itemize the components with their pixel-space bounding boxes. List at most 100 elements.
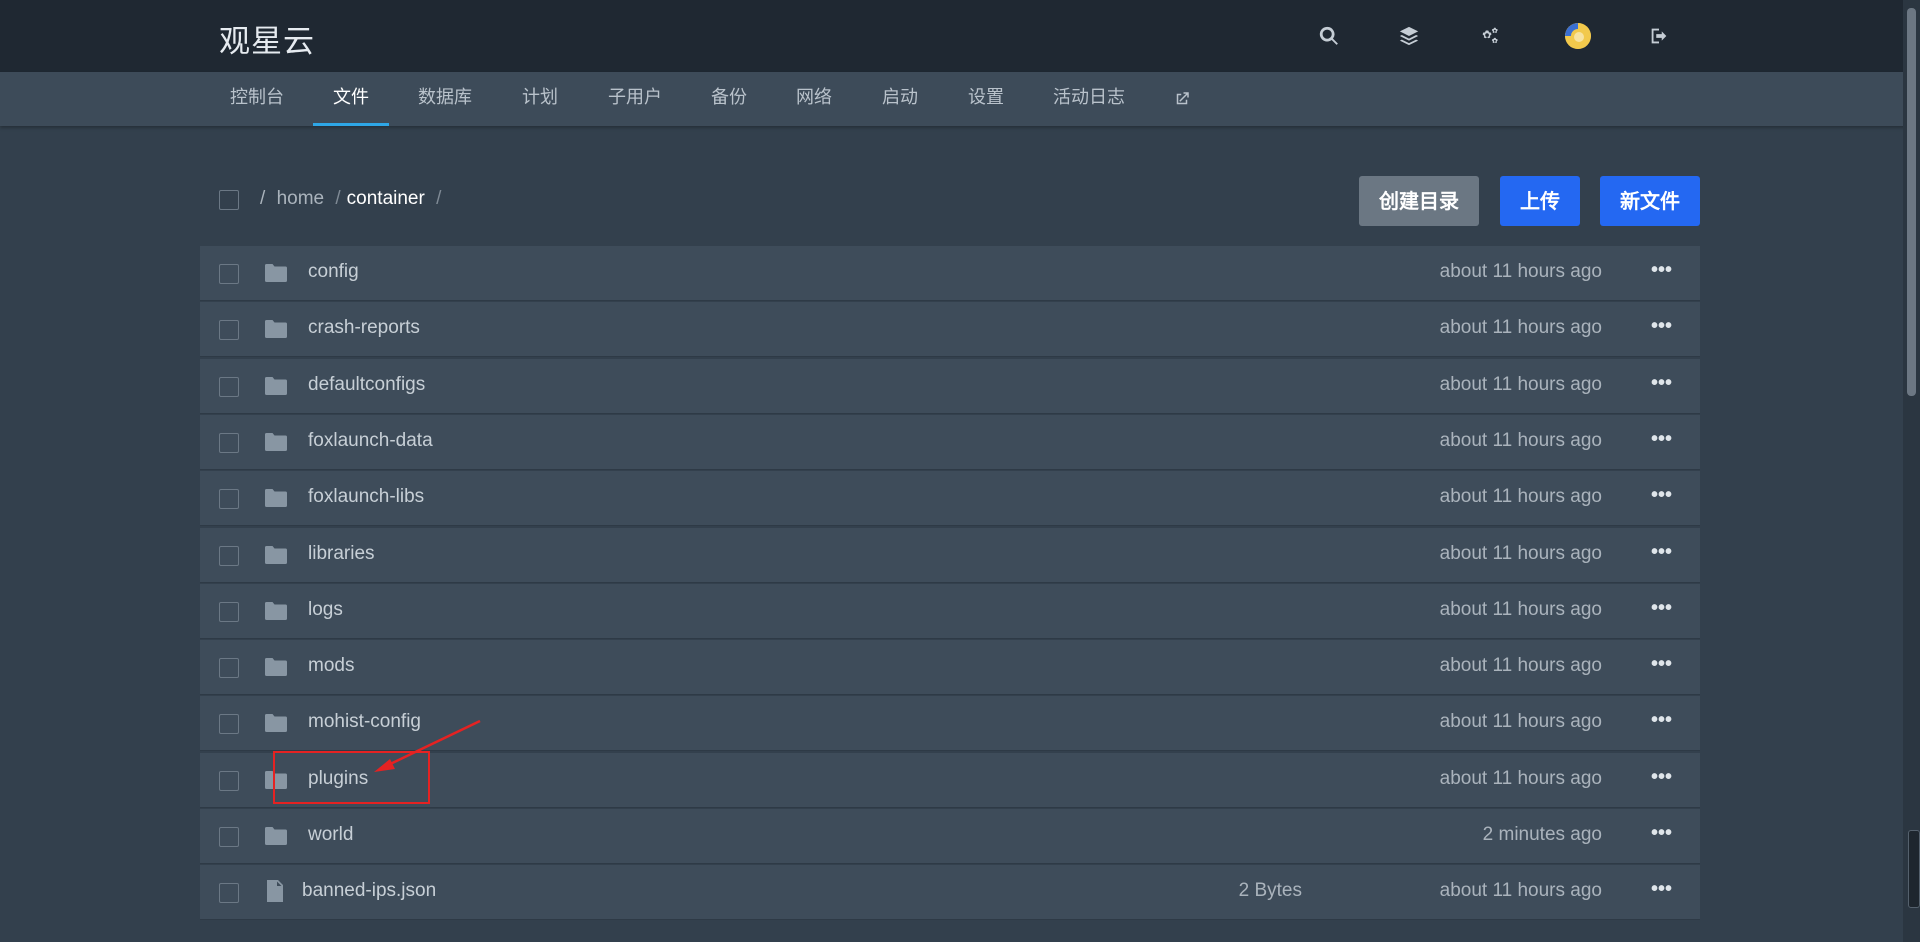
scrollbar-thumb[interactable] <box>1907 8 1916 396</box>
file-name[interactable]: world <box>308 824 353 846</box>
breadcrumb-home[interactable]: home <box>277 188 325 209</box>
folder-icon <box>264 825 288 847</box>
file-row[interactable]: foxlaunch-libs about 11 hours ago ••• <box>200 471 1700 527</box>
file-modified-time: about 11 hours ago <box>1439 317 1602 339</box>
more-options-icon[interactable]: ••• <box>1651 428 1672 451</box>
folder-icon <box>264 431 288 453</box>
gears-icon[interactable] <box>1477 22 1505 50</box>
file-name[interactable]: banned-ips.json <box>302 880 436 902</box>
more-options-icon[interactable]: ••• <box>1651 315 1672 338</box>
logout-icon[interactable] <box>1645 22 1673 50</box>
file-icon <box>265 879 285 903</box>
folder-icon <box>264 318 288 340</box>
nav-item-settings[interactable]: 设置 <box>958 72 1014 126</box>
file-name[interactable]: libraries <box>308 543 375 565</box>
file-modified-time: about 11 hours ago <box>1439 711 1602 733</box>
row-checkbox[interactable] <box>219 658 239 679</box>
upload-button[interactable]: 上传 <box>1500 176 1580 226</box>
file-name[interactable]: foxlaunch-libs <box>308 486 424 508</box>
folder-icon <box>264 375 288 397</box>
file-name[interactable]: crash-reports <box>308 317 420 339</box>
file-modified-time: about 11 hours ago <box>1439 486 1602 508</box>
select-all-checkbox[interactable] <box>219 190 239 210</box>
file-row[interactable]: crash-reports about 11 hours ago ••• <box>200 302 1700 358</box>
breadcrumb-container[interactable]: container <box>347 188 425 209</box>
brand-title[interactable]: 观星云 <box>219 16 315 61</box>
folder-icon <box>264 656 288 678</box>
more-options-icon[interactable]: ••• <box>1651 259 1672 282</box>
more-options-icon[interactable]: ••• <box>1651 653 1672 676</box>
nav-item-console[interactable]: 控制台 <box>220 72 294 126</box>
breadcrumb-root[interactable]: / <box>260 188 265 209</box>
row-checkbox[interactable] <box>219 714 239 735</box>
breadcrumb-separator: / <box>436 188 442 209</box>
create-directory-button[interactable]: 创建目录 <box>1359 176 1479 226</box>
page-scrollbar[interactable] <box>1903 0 1920 942</box>
file-name[interactable]: config <box>308 261 359 283</box>
more-options-icon[interactable]: ••• <box>1651 484 1672 507</box>
file-modified-time: about 11 hours ago <box>1439 655 1602 677</box>
file-modified-time: about 11 hours ago <box>1439 429 1602 451</box>
nav-item-network[interactable]: 网络 <box>786 72 842 126</box>
nav-item-subusers[interactable]: 子用户 <box>598 72 672 126</box>
more-options-icon[interactable]: ••• <box>1651 878 1672 901</box>
file-row[interactable]: foxlaunch-data about 11 hours ago ••• <box>200 414 1700 470</box>
nav-item-schedule[interactable]: 计划 <box>512 72 568 126</box>
file-name[interactable]: mods <box>308 655 354 677</box>
main-nav: 控制台 文件 数据库 计划 子用户 备份 网络 启动 设置 活动日志 <box>0 72 1920 126</box>
top-bar: 观星云 <box>0 0 1920 72</box>
nav-item-activity-log[interactable]: 活动日志 <box>1043 72 1135 126</box>
file-modified-time: about 11 hours ago <box>1439 598 1602 620</box>
folder-icon <box>264 262 288 284</box>
row-checkbox[interactable] <box>219 545 239 566</box>
row-checkbox[interactable] <box>219 883 239 904</box>
file-row[interactable]: logs about 11 hours ago ••• <box>200 583 1700 639</box>
row-checkbox[interactable] <box>219 432 239 453</box>
row-checkbox[interactable] <box>219 376 239 397</box>
file-row[interactable]: world 2 minutes ago ••• <box>200 809 1700 864</box>
side-widget[interactable] <box>1908 830 1920 908</box>
search-icon[interactable] <box>1315 22 1343 50</box>
file-name[interactable]: defaultconfigs <box>308 374 425 396</box>
nav-item-files[interactable]: 文件 <box>313 72 389 126</box>
more-options-icon[interactable]: ••• <box>1651 372 1672 395</box>
row-checkbox[interactable] <box>219 601 239 622</box>
more-options-icon[interactable]: ••• <box>1651 766 1672 789</box>
row-checkbox[interactable] <box>219 770 239 791</box>
more-options-icon[interactable]: ••• <box>1651 541 1672 564</box>
annotation-arrow-icon <box>374 719 481 772</box>
file-row[interactable]: defaultconfigs about 11 hours ago ••• <box>200 358 1700 414</box>
avatar[interactable] <box>1565 23 1591 49</box>
file-row[interactable]: mods about 11 hours ago ••• <box>200 640 1700 696</box>
more-options-icon[interactable]: ••• <box>1651 822 1672 845</box>
new-file-button[interactable]: 新文件 <box>1600 176 1700 226</box>
nav-item-startup[interactable]: 启动 <box>872 72 928 126</box>
folder-icon <box>264 600 288 622</box>
file-row[interactable]: libraries about 11 hours ago ••• <box>200 527 1700 583</box>
file-row[interactable]: config about 11 hours ago ••• <box>200 246 1700 301</box>
file-modified-time: about 11 hours ago <box>1439 261 1602 282</box>
row-checkbox[interactable] <box>219 827 239 847</box>
file-modified-time: 2 minutes ago <box>1482 824 1602 845</box>
file-row[interactable]: banned-ips.json 2 Bytes about 11 hours ago… <box>200 865 1700 921</box>
file-name[interactable]: logs <box>308 599 343 621</box>
folder-icon <box>264 487 288 509</box>
more-options-icon[interactable]: ••• <box>1651 709 1672 732</box>
more-options-icon[interactable]: ••• <box>1651 597 1672 620</box>
nav-item-database[interactable]: 数据库 <box>408 72 482 126</box>
layers-icon[interactable] <box>1395 22 1423 50</box>
external-link-icon[interactable] <box>1163 72 1201 126</box>
folder-icon <box>264 712 288 734</box>
file-name[interactable]: foxlaunch-data <box>308 430 433 452</box>
row-checkbox[interactable] <box>219 489 239 510</box>
row-checkbox[interactable] <box>219 320 239 341</box>
row-checkbox[interactable] <box>219 264 239 284</box>
breadcrumb-separator: / <box>335 188 341 209</box>
file-modified-time: about 11 hours ago <box>1439 767 1602 789</box>
file-modified-time: about 11 hours ago <box>1439 880 1602 902</box>
nav-item-backup[interactable]: 备份 <box>701 72 757 126</box>
breadcrumb: / home / container / <box>260 188 447 210</box>
file-size: 2 Bytes <box>1238 880 1302 902</box>
file-modified-time: about 11 hours ago <box>1439 542 1602 564</box>
file-modified-time: about 11 hours ago <box>1439 373 1602 395</box>
